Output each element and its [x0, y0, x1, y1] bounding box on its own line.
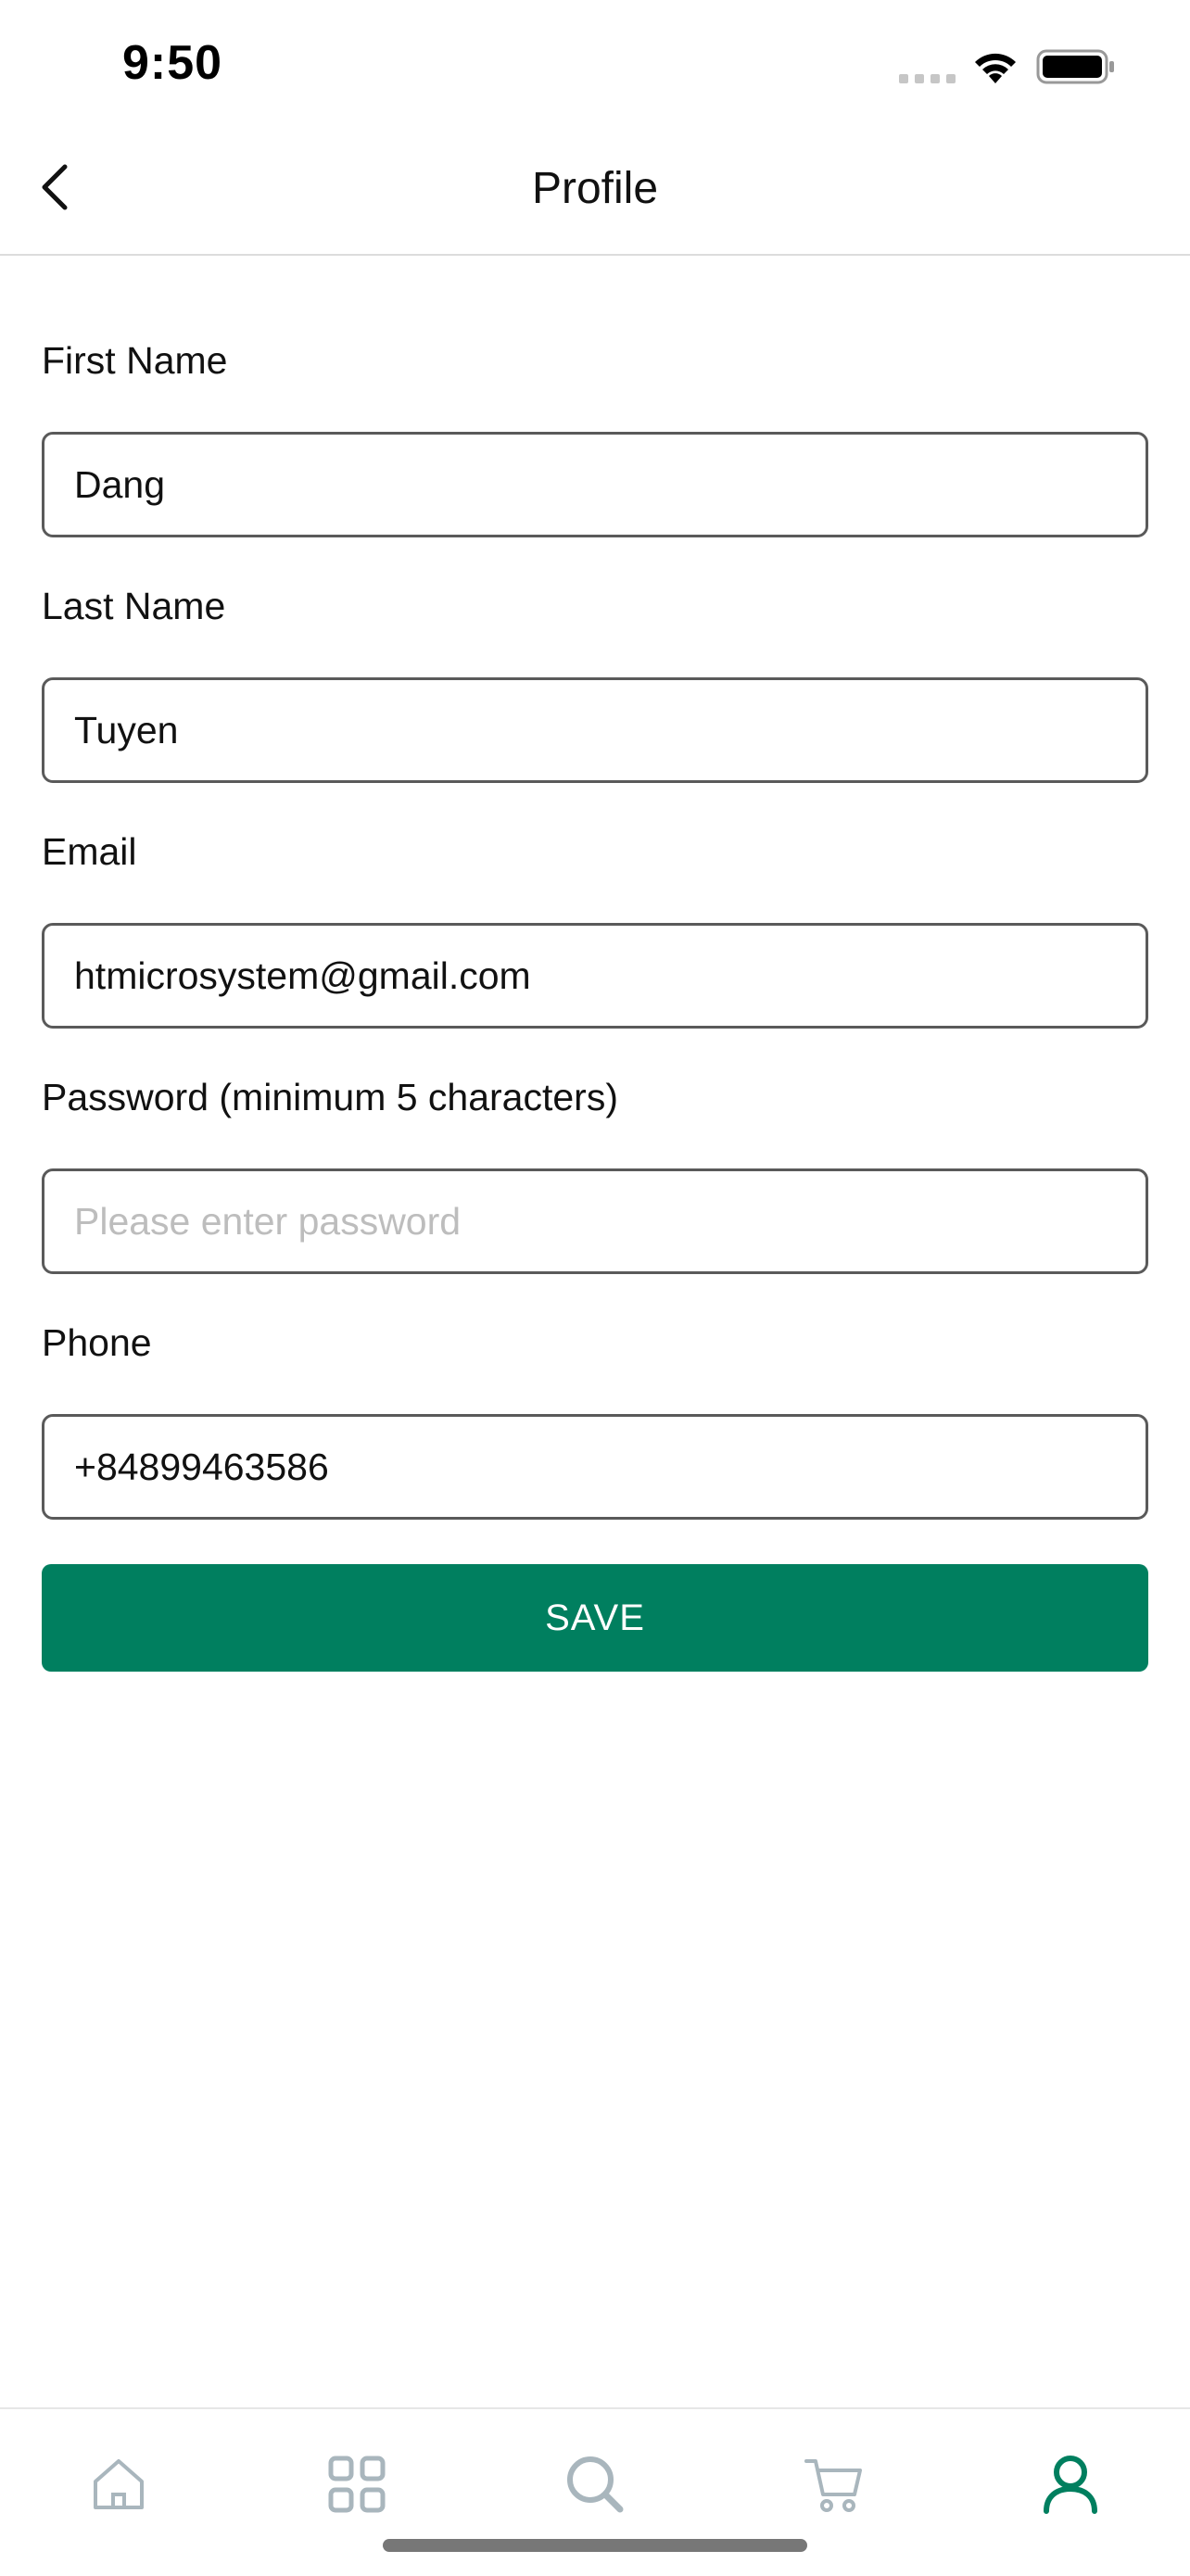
user-icon — [1044, 2456, 1097, 2514]
last-name-label: Last Name — [42, 585, 226, 627]
tab-profile[interactable] — [1029, 2443, 1112, 2526]
cart-icon — [804, 2459, 862, 2512]
grid-icon — [328, 2456, 386, 2513]
battery-icon — [1036, 49, 1114, 84]
first-name-label: First Name — [42, 339, 228, 382]
status-time: 9:50 — [122, 36, 223, 90]
tab-home[interactable] — [77, 2443, 160, 2526]
tab-cart[interactable] — [791, 2443, 875, 2526]
phone-input[interactable] — [42, 1414, 1148, 1520]
tab-search[interactable] — [553, 2443, 637, 2526]
password-label: Password (minimum 5 characters) — [42, 1076, 618, 1118]
tab-categories[interactable] — [315, 2443, 399, 2526]
phone-label: Phone — [42, 1321, 152, 1364]
home-indicator — [383, 2539, 807, 2552]
home-icon — [94, 2459, 144, 2509]
save-button[interactable]: SAVE — [42, 1564, 1148, 1672]
cellular-signal-icon — [899, 74, 956, 83]
email-label: Email — [42, 830, 137, 873]
wifi-icon — [975, 53, 1016, 83]
page-title: Profile — [531, 164, 659, 213]
first-name-input[interactable] — [42, 432, 1148, 537]
last-name-input[interactable] — [42, 677, 1148, 783]
status-bar: 9:50 — [0, 0, 1190, 130]
search-icon — [567, 2456, 624, 2513]
nav-header: Profile — [0, 130, 1190, 256]
email-input[interactable] — [42, 923, 1148, 1029]
password-input[interactable] — [42, 1168, 1148, 1274]
